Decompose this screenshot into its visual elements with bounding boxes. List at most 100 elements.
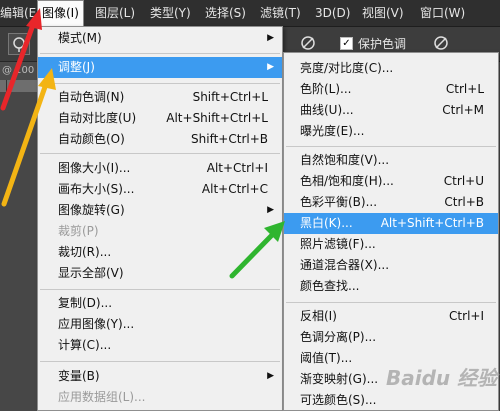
menu-item-label: 自动颜色(O) bbox=[58, 132, 125, 146]
submenu-item-photo-filter[interactable]: 照片滤镜(F)... bbox=[284, 234, 498, 255]
menu-item-image-size[interactable]: 图像大小(I)... Alt+Ctrl+I bbox=[38, 158, 282, 179]
submenu-item-black-white[interactable]: 黑白(K)... Alt+Shift+Ctrl+B bbox=[284, 213, 498, 234]
menu-item-label: 显示全部(V) bbox=[58, 266, 124, 280]
tool-preset-picker[interactable] bbox=[8, 33, 30, 55]
menu-item-label: 变量(B) bbox=[58, 369, 100, 383]
menu-separator bbox=[40, 83, 280, 84]
submenu-item-label: 照片滤镜(F)... bbox=[300, 237, 376, 251]
adjustments-submenu: 亮度/对比度(C)... 色阶(L)... Ctrl+L 曲线(U)... Ct… bbox=[283, 52, 499, 411]
submenu-item-label: 亮度/对比度(C)... bbox=[300, 61, 394, 75]
pressure-size-icon[interactable] bbox=[432, 34, 450, 52]
menu-item-trim[interactable]: 裁切(R)... bbox=[38, 242, 282, 263]
image-menu-dropdown: 模式(M) ▶ 调整(J) ▶ 自动色调(N) Shift+Ctrl+L 自动对… bbox=[37, 26, 283, 411]
menu-item-shortcut: Alt+Ctrl+I bbox=[206, 161, 268, 175]
menu-item-label: 图像旋转(G) bbox=[58, 203, 125, 217]
submenu-item-vibrance[interactable]: 自然饱和度(V)... bbox=[284, 150, 498, 171]
submenu-item-label: 色相/饱和度(H)... bbox=[300, 174, 394, 188]
submenu-item-channel-mixer[interactable]: 通道混合器(X)... bbox=[284, 255, 498, 276]
menu-item-duplicate[interactable]: 复制(D)... bbox=[38, 293, 282, 314]
airbrush-icon[interactable] bbox=[299, 34, 317, 52]
submenu-arrow-icon: ▶ bbox=[267, 205, 274, 215]
submenu-item-curves[interactable]: 曲线(U)... Ctrl+M bbox=[284, 100, 498, 121]
submenu-item-label: 自然饱和度(V)... bbox=[300, 153, 390, 167]
menu-view[interactable]: 视图(V) bbox=[362, 0, 404, 26]
submenu-item-label: 反相(I) bbox=[300, 309, 337, 323]
menu-item-label: 图像大小(I)... bbox=[58, 161, 131, 175]
menu-type[interactable]: 类型(Y) bbox=[150, 0, 191, 26]
submenu-item-label: 通道混合器(X)... bbox=[300, 258, 390, 272]
menu-item-label: 自动对比度(U) bbox=[58, 111, 137, 125]
menu-item-apply-image[interactable]: 应用图像(Y)... bbox=[38, 314, 282, 335]
menu-item-auto-contrast[interactable]: 自动对比度(U) Alt+Shift+Ctrl+L bbox=[38, 108, 282, 129]
menu-bar: 编辑(E) 图像(I) 图层(L) 类型(Y) 选择(S) 滤镜(T) 3D(D… bbox=[0, 0, 500, 27]
submenu-item-shortcut: Ctrl+L bbox=[445, 82, 484, 96]
menu-item-canvas-size[interactable]: 画布大小(S)... Alt+Ctrl+C bbox=[38, 179, 282, 200]
submenu-item-label: 黑白(K)... bbox=[300, 216, 353, 230]
submenu-item-levels[interactable]: 色阶(L)... Ctrl+L bbox=[284, 79, 498, 100]
watermark: Baidu 经验 bbox=[386, 366, 498, 390]
menu-item-label: 应用图像(Y)... bbox=[58, 317, 135, 331]
menu-item-label: 画布大小(S)... bbox=[58, 182, 135, 196]
submenu-item-label: 渐变映射(G)... bbox=[300, 372, 379, 386]
menu-item-label: 应用数据组(L)... bbox=[58, 390, 146, 404]
submenu-item-label: 曝光度(E)... bbox=[300, 124, 365, 138]
dodge-tool-icon bbox=[13, 37, 25, 52]
menu-item-reveal-all[interactable]: 显示全部(V) bbox=[38, 263, 282, 284]
menu-item-shortcut: Alt+Ctrl+C bbox=[201, 182, 268, 196]
submenu-item-color-balance[interactable]: 色彩平衡(B)... Ctrl+B bbox=[284, 192, 498, 213]
submenu-item-shortcut: Alt+Shift+Ctrl+B bbox=[380, 216, 484, 230]
submenu-item-exposure[interactable]: 曝光度(E)... bbox=[284, 121, 498, 142]
menu-item-apply-data-set: 应用数据组(L)... bbox=[38, 387, 282, 408]
menu-filter[interactable]: 滤镜(T) bbox=[260, 0, 301, 26]
menu-select[interactable]: 选择(S) bbox=[205, 0, 246, 26]
protect-tone-label: 保护色调 bbox=[358, 37, 407, 51]
menu-item-label: 模式(M) bbox=[58, 31, 102, 45]
menu-item-auto-color[interactable]: 自动颜色(O) Shift+Ctrl+B bbox=[38, 129, 282, 150]
menu-item-image-rotation[interactable]: 图像旋转(G) ▶ bbox=[38, 200, 282, 221]
menu-layer[interactable]: 图层(L) bbox=[95, 0, 135, 26]
menu-edit[interactable]: 编辑(E) bbox=[0, 0, 41, 26]
submenu-item-label: 可选颜色(S)... bbox=[300, 393, 377, 407]
ruler-mark bbox=[6, 80, 7, 92]
submenu-item-selective-color[interactable]: 可选颜色(S)... bbox=[284, 390, 498, 411]
submenu-item-hue-saturation[interactable]: 色相/饱和度(H)... Ctrl+U bbox=[284, 171, 498, 192]
menu-item-label: 裁剪(P) bbox=[58, 224, 99, 238]
menu-item-crop: 裁剪(P) bbox=[38, 221, 282, 242]
menu-item-label: 自动色调(N) bbox=[58, 90, 125, 104]
submenu-item-label: 色阶(L)... bbox=[300, 82, 352, 96]
menu-item-shortcut: Shift+Ctrl+L bbox=[192, 90, 268, 104]
submenu-item-label: 曲线(U)... bbox=[300, 103, 354, 117]
menu-separator bbox=[286, 146, 496, 147]
document-tab[interactable]: @ 100 bbox=[0, 62, 38, 80]
menu-item-label: 裁切(R)... bbox=[58, 245, 112, 259]
menu-separator bbox=[286, 302, 496, 303]
submenu-arrow-icon: ▶ bbox=[267, 62, 274, 72]
menu-window[interactable]: 窗口(W) bbox=[420, 0, 465, 26]
menu-separator bbox=[40, 289, 280, 290]
menu-separator bbox=[40, 153, 280, 154]
submenu-item-label: 颜色查找... bbox=[300, 279, 360, 293]
submenu-item-shortcut: Ctrl+M bbox=[442, 103, 484, 117]
submenu-arrow-icon: ▶ bbox=[267, 33, 274, 43]
menu-item-auto-tone[interactable]: 自动色调(N) Shift+Ctrl+L bbox=[38, 87, 282, 108]
menu-item-label: 计算(C)... bbox=[58, 338, 112, 352]
menu-item-label: 调整(J) bbox=[58, 60, 95, 74]
submenu-item-shortcut: Ctrl+U bbox=[443, 174, 484, 188]
submenu-item-label: 阈值(T)... bbox=[300, 351, 353, 365]
menu-item-shortcut: Shift+Ctrl+B bbox=[191, 132, 268, 146]
submenu-arrow-icon: ▶ bbox=[267, 371, 274, 381]
menu-item-mode[interactable]: 模式(M) ▶ bbox=[38, 28, 282, 49]
protect-tone-checkbox[interactable]: ✓ bbox=[340, 37, 353, 50]
ruler bbox=[0, 80, 38, 92]
menu-item-adjustments[interactable]: 调整(J) ▶ bbox=[38, 57, 282, 78]
menu-item-variables[interactable]: 变量(B) ▶ bbox=[38, 366, 282, 387]
menu-3d[interactable]: 3D(D) bbox=[315, 0, 350, 26]
submenu-item-label: 色调分离(P)... bbox=[300, 330, 377, 344]
submenu-item-posterize[interactable]: 色调分离(P)... bbox=[284, 327, 498, 348]
menu-image[interactable]: 图像(I) bbox=[37, 0, 84, 26]
submenu-item-invert[interactable]: 反相(I) Ctrl+I bbox=[284, 306, 498, 327]
submenu-item-color-lookup[interactable]: 颜色查找... bbox=[284, 276, 498, 297]
menu-item-calculations[interactable]: 计算(C)... bbox=[38, 335, 282, 356]
submenu-item-brightness-contrast[interactable]: 亮度/对比度(C)... bbox=[284, 58, 498, 79]
menu-item-label: 复制(D)... bbox=[58, 296, 113, 310]
